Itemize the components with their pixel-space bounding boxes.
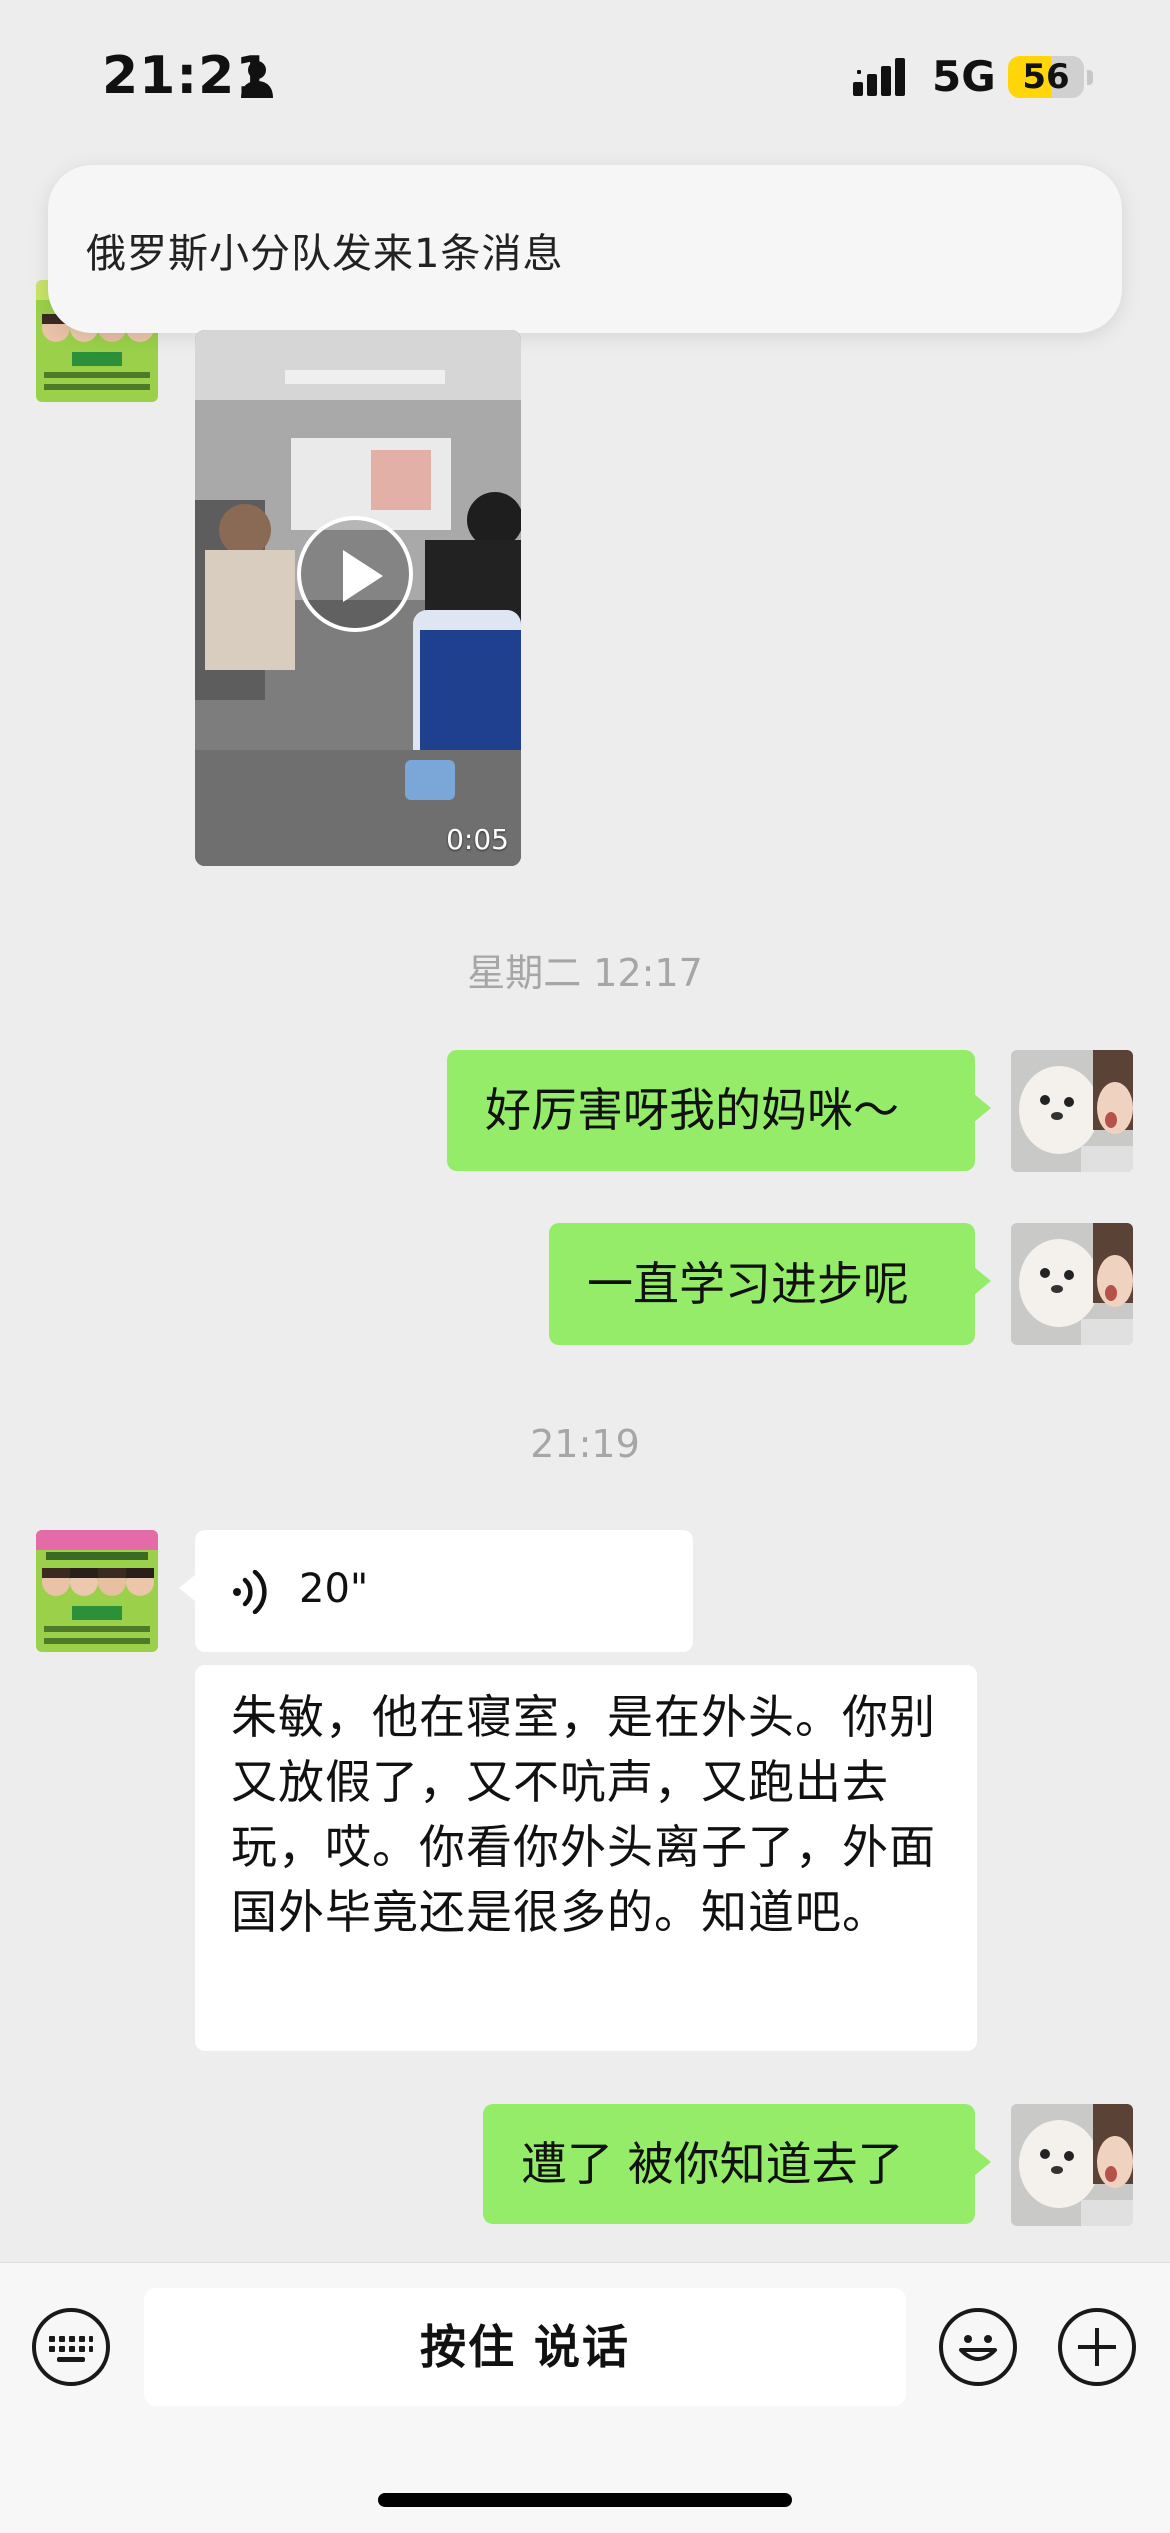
hold-to-talk-button[interactable]: 按住 说话 — [144, 2288, 906, 2406]
emoji-button[interactable] — [939, 2308, 1017, 2386]
sent-message-bubble[interactable]: 好厉害呀我的妈咪～ — [447, 1050, 991, 1171]
notification-banner[interactable]: 俄罗斯小分队发来1条消息 — [48, 165, 1122, 333]
notification-text: 俄罗斯小分队发来1条消息 — [86, 231, 564, 277]
keyboard-button[interactable] — [32, 2308, 110, 2386]
voice-duration: 20" — [299, 1566, 369, 1612]
voice-message-bubble[interactable]: 20" — [179, 1530, 693, 1652]
message-timestamp: 21:19 — [530, 1422, 640, 1466]
play-button[interactable] — [297, 516, 413, 632]
battery-percent: 56 — [1022, 57, 1070, 97]
plus-button[interactable] — [1058, 2308, 1136, 2386]
sent-message-bubble[interactable]: 遭了 被你知道去了 — [483, 2104, 991, 2224]
message-timestamp: 星期二 12:17 — [467, 951, 703, 995]
video-duration: 0:05 — [446, 823, 509, 856]
person-icon — [241, 61, 273, 98]
contact-avatar[interactable] — [36, 1530, 158, 1652]
battery-icon: 56 — [1008, 56, 1093, 100]
plus-icon — [1078, 2328, 1116, 2366]
my-avatar[interactable] — [1011, 2104, 1133, 2226]
my-avatar[interactable] — [1011, 1223, 1133, 1345]
sent-message-bubble[interactable]: 一直学习进步呢 — [549, 1223, 991, 1345]
emoji-icon — [959, 2335, 997, 2361]
network-type: 5G — [932, 52, 996, 101]
play-icon — [343, 550, 383, 602]
home-indicator[interactable] — [378, 2493, 792, 2507]
signal-icon — [853, 58, 905, 96]
status-bar: 21:21 5G 56 — [0, 0, 1170, 160]
my-avatar[interactable] — [1011, 1050, 1133, 1172]
keyboard-icon — [49, 2336, 93, 2362]
voice-wave-icon — [233, 1570, 267, 1614]
voice-transcript[interactable]: 朱敏，他在寝室，是在外头。你别又放假了，又不吭声，又跑出去玩，哎。你看你外头离子… — [195, 1665, 977, 2051]
video-message[interactable]: 0:05 — [195, 330, 521, 866]
